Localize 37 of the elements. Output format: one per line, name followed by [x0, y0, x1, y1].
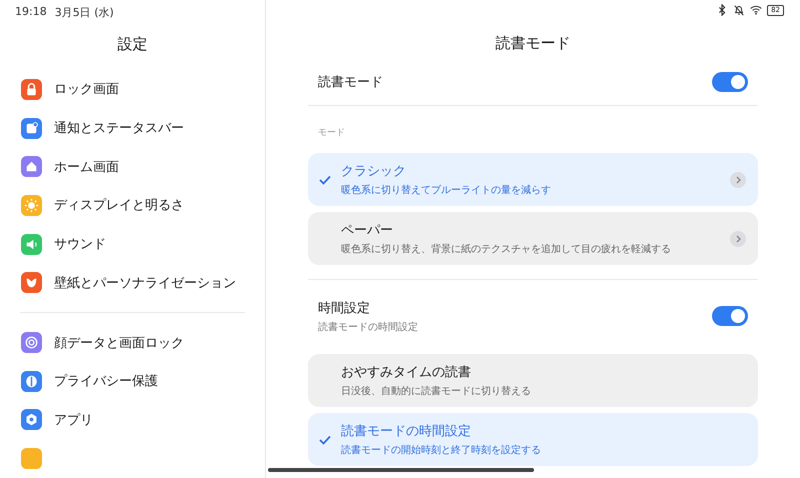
sidebar-item[interactable]: 顔データと画面ロック	[0, 323, 265, 362]
status-date: 3月5日 (水)	[54, 5, 114, 19]
checkmark-icon	[318, 434, 330, 444]
option-description: 暖色系に切り替え、背景に紙のテクスチャを追加して目の疲れを軽減する	[341, 242, 672, 256]
option-title: ペーパー	[341, 222, 394, 239]
setting-label: 時間設定	[318, 300, 371, 316]
sidebar-item[interactable]: 壁紙とパーソナライゼーション	[0, 264, 265, 302]
sidebar-item[interactable]: プライバシー保護	[0, 362, 265, 401]
option-title: クラシック	[341, 163, 407, 180]
sidebar-item[interactable]: 通知とステータスバー	[0, 108, 265, 148]
sidebar-item[interactable]: ロック画面	[0, 70, 265, 109]
toggle-switch[interactable]	[712, 72, 748, 92]
sidebar-item[interactable]: ホーム画面	[0, 147, 265, 186]
setting-description: 読書モードの時間設定	[318, 320, 418, 334]
sidebar-item[interactable]: アプリ	[0, 400, 265, 440]
muted-bell-icon	[733, 4, 746, 16]
option-title: 読書モードの時間設定	[341, 423, 472, 440]
page-title: 読書モード	[494, 34, 572, 53]
checkmark-icon	[318, 174, 330, 184]
option-card[interactable]: 読書モードの時間設定 読書モードの開始時刻と終了時刻を設定する	[308, 413, 758, 466]
wifi-icon	[750, 4, 762, 16]
toggle-switch[interactable]	[712, 306, 748, 326]
option-title: おやすみタイムの読書	[341, 364, 472, 381]
settings-title: 設定	[116, 35, 148, 54]
sidebar-item[interactable]: ディスプレイと明るさ	[0, 186, 265, 225]
option-description: 読書モードの開始時刻と終了時刻を設定する	[341, 444, 542, 457]
chevron-right-icon[interactable]	[730, 230, 746, 246]
option-card[interactable]: ペーパー 暖色系に切り替え、背景に紙のテクスチャを追加して目の疲れを軽減する	[308, 212, 758, 265]
section-header: モード	[317, 127, 346, 140]
option-card[interactable]: クラシック 暖色系に切り替えてブルーライトの量を減らす	[308, 153, 758, 206]
status-time: 19:18	[15, 5, 47, 19]
chevron-right-icon[interactable]	[730, 172, 746, 188]
option-description: 暖色系に切り替えてブルーライトの量を減らす	[341, 184, 552, 197]
option-description: 日没後、自動的に読書モードに切り替える	[341, 384, 532, 398]
setting-label: 読書モード	[318, 74, 383, 91]
sidebar-item[interactable]: サウンド	[0, 224, 265, 264]
option-card[interactable]: おやすみタイムの読書 日没後、自動的に読書モードに切り替える	[308, 354, 758, 407]
